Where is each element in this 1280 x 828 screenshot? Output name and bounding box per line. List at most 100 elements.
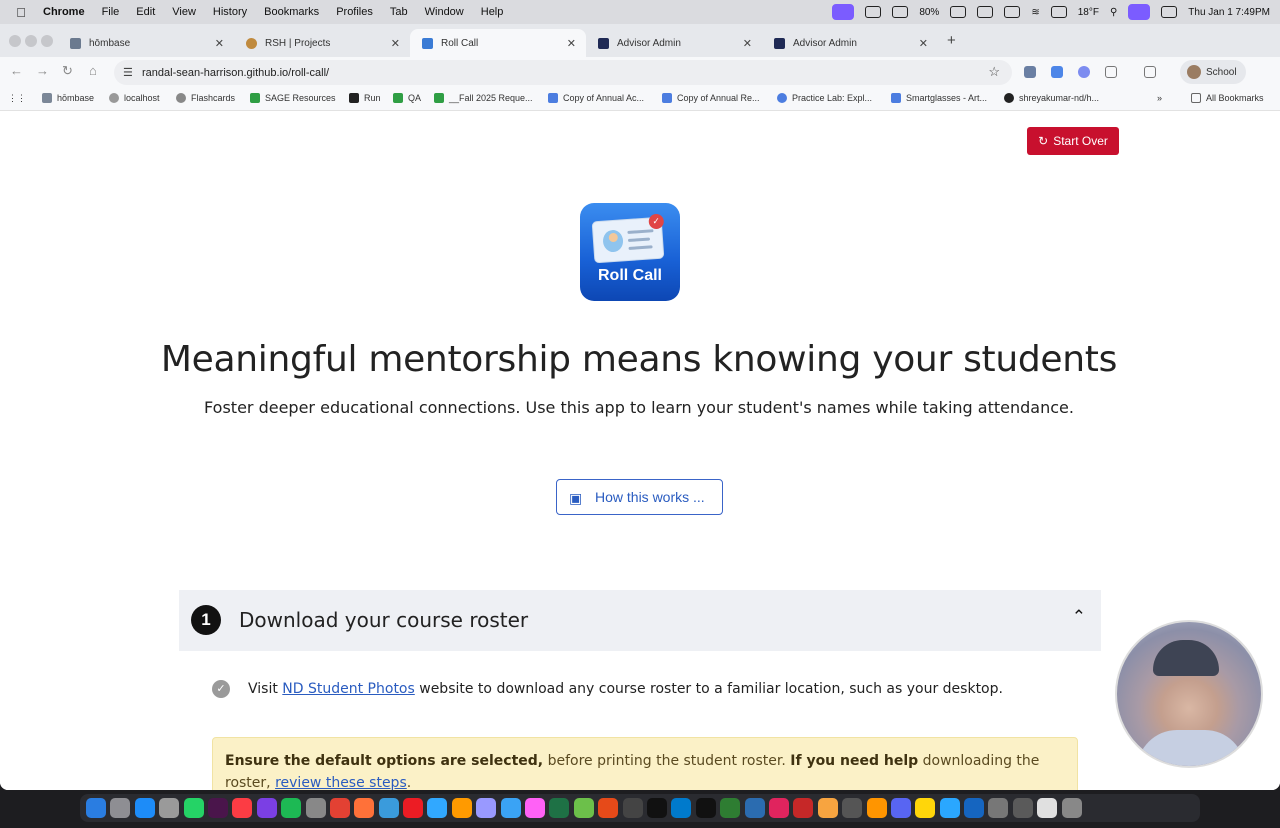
nd-student-photos-link[interactable]: ND Student Photos <box>282 681 415 697</box>
menu-window[interactable]: Window <box>425 6 464 18</box>
menu-profiles[interactable]: Profiles <box>336 6 373 18</box>
bookmark-item[interactable]: QA <box>393 93 421 103</box>
extension-icon[interactable] <box>1051 66 1063 78</box>
back-icon[interactable]: ← <box>10 63 23 78</box>
menu-edit[interactable]: Edit <box>136 6 155 18</box>
bookmark-item[interactable]: Run <box>349 93 381 103</box>
dock-app-icon[interactable] <box>646 798 667 818</box>
bookmark-item[interactable]: Copy of Annual Re... <box>662 93 760 103</box>
clock[interactable]: Thu Jan 1 7:49PM <box>1188 7 1270 18</box>
bookmark-item[interactable]: Practice Lab: Expl... <box>777 93 872 103</box>
all-bookmarks[interactable]: All Bookmarks <box>1191 93 1264 103</box>
wifi-icon[interactable]: ≋ <box>1031 7 1039 18</box>
menu-tab[interactable]: Tab <box>390 6 408 18</box>
display-icon[interactable] <box>1004 6 1021 18</box>
dock-app-icon[interactable] <box>281 798 302 818</box>
dock-app-icon[interactable] <box>159 798 180 818</box>
more-bookmarks-icon[interactable]: » <box>1157 93 1162 103</box>
forward-icon[interactable]: → <box>36 63 49 78</box>
close-tab-icon[interactable]: ✕ <box>215 37 224 50</box>
tab-advisor-admin-2[interactable]: Advisor Admin ✕ <box>762 29 938 57</box>
screen-mirror-icon[interactable] <box>1128 4 1151 20</box>
dock-app-icon[interactable] <box>988 798 1009 818</box>
dock-app-icon[interactable] <box>890 798 911 818</box>
dock-app-icon[interactable] <box>915 798 936 818</box>
cloud-sync-icon[interactable] <box>977 6 994 18</box>
chevron-up-icon[interactable]: ⌃ <box>1072 607 1086 627</box>
weather-temp[interactable]: 18°F <box>1078 7 1099 18</box>
dock-app-icon[interactable] <box>866 798 887 818</box>
search-icon[interactable]: ⚲ <box>1110 7 1117 18</box>
start-over-button[interactable]: ↻ Start Over <box>1027 127 1119 155</box>
close-tab-icon[interactable]: ✕ <box>391 37 400 50</box>
dock-app-icon[interactable] <box>842 798 863 818</box>
battery-icon[interactable] <box>950 6 967 18</box>
menu-chrome[interactable]: Chrome <box>43 6 85 18</box>
dock-app-icon[interactable] <box>695 798 716 818</box>
dock-app-icon[interactable] <box>598 798 619 818</box>
dock-app-icon[interactable] <box>329 798 350 818</box>
extension-icon[interactable] <box>1078 66 1090 78</box>
zoom-window-button[interactable] <box>41 35 53 47</box>
address-bar[interactable]: ☰ randal-sean-harrison.github.io/roll-ca… <box>114 60 1012 85</box>
site-info-icon[interactable]: ☰ <box>123 66 133 79</box>
dock-app-icon[interactable] <box>525 798 546 818</box>
how-this-works-button[interactable]: ▣ How this works ... <box>556 479 723 515</box>
bookmark-item[interactable]: shreyakumar-nd/h... <box>1004 93 1099 103</box>
apple-icon[interactable]:  <box>13 5 29 20</box>
reload-icon[interactable]: ↻ <box>62 63 73 79</box>
tab-advisor-admin[interactable]: Advisor Admin ✕ <box>586 29 762 57</box>
dock-app-icon[interactable] <box>500 798 521 818</box>
dock-app-icon[interactable] <box>183 798 204 818</box>
media-icon[interactable] <box>865 6 882 18</box>
minimize-window-button[interactable] <box>25 35 37 47</box>
menu-bookmarks[interactable]: Bookmarks <box>264 6 319 18</box>
dock-app-icon[interactable] <box>1012 798 1033 818</box>
home-icon[interactable]: ⌂ <box>89 63 97 78</box>
dock-app-icon[interactable] <box>1037 798 1058 818</box>
dock-app-icon[interactable] <box>110 798 131 818</box>
dock-app-icon[interactable] <box>573 798 594 818</box>
bookmark-item[interactable]: Smartglasses - Art... <box>891 93 987 103</box>
bookmark-item[interactable]: localhost <box>109 93 160 103</box>
bookmark-star-icon[interactable]: ☆ <box>988 64 1000 80</box>
dock-app-icon[interactable] <box>744 798 765 818</box>
dock-app-icon[interactable] <box>86 798 106 818</box>
dock-app-icon[interactable] <box>354 798 375 818</box>
dock-app-icon[interactable] <box>768 798 789 818</box>
dock-app-icon[interactable] <box>451 798 472 818</box>
bookmark-item[interactable]: Copy of Annual Ac... <box>548 93 644 103</box>
step-1-header[interactable]: 1 Download your course roster ⌃ <box>179 590 1101 651</box>
review-steps-link[interactable]: review these steps <box>275 775 407 790</box>
extensions-puzzle-icon[interactable] <box>1105 66 1117 78</box>
menu-help[interactable]: Help <box>481 6 504 18</box>
bookmark-item[interactable]: __Fall 2025 Reque... <box>434 93 533 103</box>
bookmark-item[interactable]: hōmbase <box>42 93 94 103</box>
dock-app-icon[interactable] <box>427 798 448 818</box>
dock-app-icon[interactable] <box>476 798 497 818</box>
dock-app-icon[interactable] <box>305 798 326 818</box>
dock-app-icon[interactable] <box>939 798 960 818</box>
dock-app-icon[interactable] <box>671 798 692 818</box>
tab-roll-call[interactable]: Roll Call ✕ <box>410 29 586 57</box>
screen-share-icon[interactable] <box>832 4 855 20</box>
dock-app-icon[interactable] <box>207 798 228 818</box>
dock-app-icon[interactable] <box>622 798 643 818</box>
dock-app-icon[interactable] <box>1061 798 1082 818</box>
dock-app-icon[interactable] <box>256 798 277 818</box>
dock-app-icon[interactable] <box>378 798 399 818</box>
close-tab-icon[interactable]: ✕ <box>743 37 752 50</box>
dock-app-icon[interactable] <box>720 798 741 818</box>
extension-icon[interactable] <box>1024 66 1036 78</box>
dock-app-icon[interactable] <box>134 798 155 818</box>
dock-app-icon[interactable] <box>549 798 570 818</box>
control-center-icon[interactable] <box>1161 6 1178 18</box>
close-window-button[interactable] <box>9 35 21 47</box>
menu-file[interactable]: File <box>102 6 120 18</box>
dock-app-icon[interactable] <box>817 798 838 818</box>
close-tab-icon[interactable]: ✕ <box>567 37 576 50</box>
dock-app-icon[interactable] <box>232 798 253 818</box>
keyboard-icon[interactable] <box>1050 6 1067 18</box>
bookmark-item[interactable]: SAGE Resources <box>250 93 336 103</box>
tab-hombase[interactable]: hōmbase ✕ <box>58 29 234 57</box>
